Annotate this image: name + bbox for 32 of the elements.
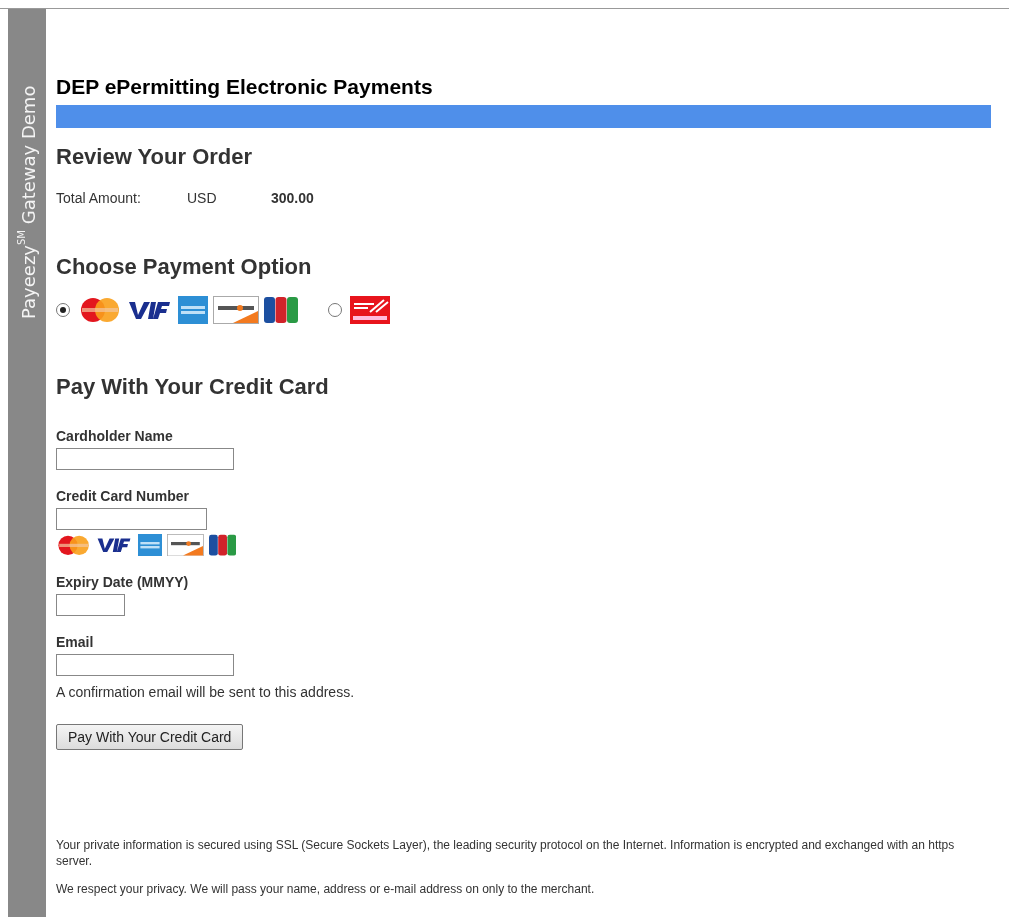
- card-logo-icon: [96, 536, 133, 554]
- privacy-text: Your private information is secured using SSL (Secure Sockets Layer), the leading security protocol on the Internet. Information is encrypted and exchanged with an https server.: [56, 838, 956, 870]
- card-logo-icon: [178, 296, 208, 324]
- field-label: Credit Card Number: [56, 488, 191, 504]
- payment-radio[interactable]: [328, 303, 342, 317]
- field-label: Email: [56, 634, 95, 651]
- section-heading: Pay With Your Credit Card: [56, 374, 330, 400]
- section-heading: Review Your Order: [56, 144, 254, 170]
- field-label: Expiry Date (MMYY): [56, 574, 190, 591]
- input-field[interactable]: [56, 508, 207, 530]
- card-logo-icon: [56, 534, 92, 556]
- input-field[interactable]: [56, 594, 125, 617]
- field-label: Cardholder Name: [56, 428, 174, 444]
- currency-text: USD: [187, 190, 218, 206]
- page-title: DEP ePermitting Electronic Payments: [56, 75, 434, 99]
- card-logo-icon: [138, 534, 162, 557]
- input-field[interactable]: [56, 448, 234, 470]
- card-logo-icon: [167, 534, 204, 557]
- card-logo-icon: [127, 299, 173, 321]
- payment-radio[interactable]: [56, 303, 70, 317]
- total-label: Total Amount:: [56, 190, 142, 206]
- card-logo-icon: [208, 534, 236, 557]
- card-logo-icon: [78, 297, 122, 323]
- input-field[interactable]: [56, 654, 234, 677]
- card-logo-icon: [264, 296, 298, 324]
- privacy-text: We respect your privacy. We will pass your name, address or e-mail address on only to the merchant.: [56, 881, 596, 898]
- amount-text: 300.00: [271, 190, 315, 206]
- section-heading: Choose Payment Option: [56, 254, 313, 280]
- email-note: A confirmation email will be sent to this address.: [56, 684, 356, 701]
- pay-button[interactable]: Pay With Your Credit Card: [56, 724, 244, 751]
- card-logo-icon: [213, 296, 259, 324]
- check-logo-icon: [350, 296, 390, 324]
